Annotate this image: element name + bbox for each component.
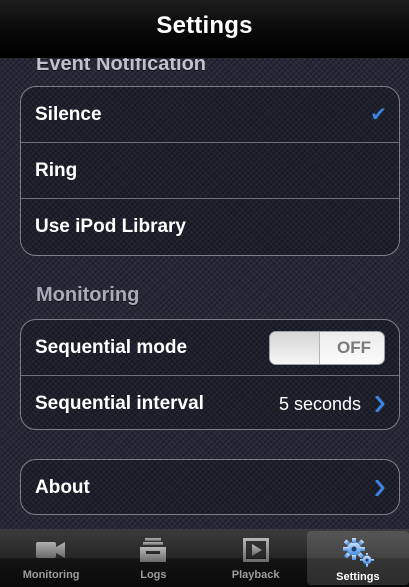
toggle-state-text: OFF: [337, 337, 371, 357]
tab-monitoring[interactable]: Monitoring: [0, 529, 102, 587]
option-ring-label: Ring: [35, 159, 78, 181]
sequential-interval-row[interactable]: Sequential interval 5 seconds: [21, 376, 399, 429]
option-use-ipod-library[interactable]: Use iPod Library: [21, 199, 399, 255]
tab-logs[interactable]: Logs: [102, 529, 204, 587]
about-group: About: [20, 459, 400, 515]
about-label: About: [35, 477, 90, 498]
option-use-ipod-library-label: Use iPod Library: [35, 216, 186, 237]
sequential-mode-label: Sequential mode: [35, 336, 188, 358]
play-icon: [239, 534, 273, 566]
sequential-mode-row: Sequential mode OFF: [21, 320, 399, 376]
page-title: Settings: [156, 11, 253, 39]
sequential-interval-value: 5 seconds: [278, 393, 361, 414]
tab-bar: Monitoring Logs Playback Settings: [0, 529, 409, 587]
navigation-bar: Settings: [0, 0, 409, 58]
inbox-tray-icon: [136, 534, 170, 566]
tab-settings[interactable]: Settings: [306, 531, 409, 585]
option-silence-label: Silence: [35, 103, 102, 125]
settings-screen: Settings Event Notification Silence ✔ Ri…: [0, 0, 409, 587]
gears-icon: [341, 536, 375, 568]
checkmark-icon: ✔: [370, 104, 387, 126]
monitoring-group: Sequential mode OFF Sequential interval …: [20, 319, 400, 430]
sequential-interval-label: Sequential interval: [35, 393, 204, 414]
tab-monitoring-label: Monitoring: [22, 569, 80, 581]
tab-playback-label: Playback: [231, 569, 280, 581]
tab-logs-label: Logs: [140, 569, 167, 581]
section-header-monitoring: Monitoring: [36, 284, 140, 306]
video-camera-icon: [34, 534, 68, 566]
chevron-right-icon: [375, 480, 385, 496]
chevron-right-icon: [375, 396, 385, 412]
option-ring[interactable]: Ring: [21, 143, 399, 199]
about-row[interactable]: About: [21, 460, 399, 514]
tab-settings-label: Settings: [336, 571, 380, 583]
sequential-mode-toggle[interactable]: OFF: [269, 330, 385, 365]
option-silence[interactable]: Silence ✔: [21, 87, 399, 143]
toggle-knob: [270, 331, 320, 364]
tab-playback[interactable]: Playback: [205, 529, 307, 587]
event-notification-group: Silence ✔ Ring Use iPod Library: [20, 86, 400, 256]
